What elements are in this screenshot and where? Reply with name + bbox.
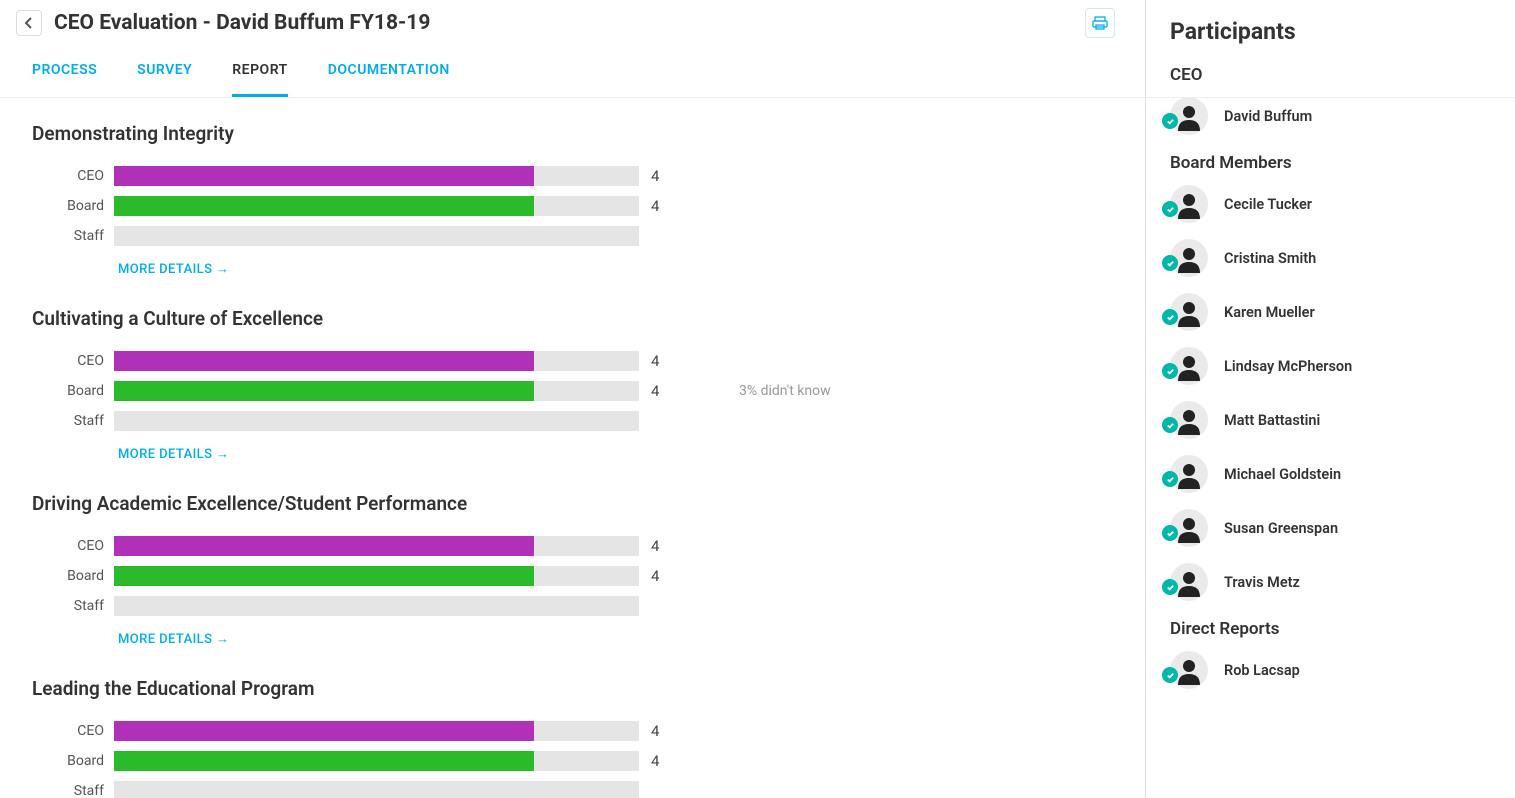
print-icon <box>1092 15 1108 31</box>
sidebar-title: Participants <box>1170 18 1491 45</box>
participants-sidebar: Participants CEO David Buffum Board Member… <box>1145 0 1515 798</box>
bar-label: Staff <box>32 598 114 614</box>
bar-label: CEO <box>32 723 114 739</box>
avatar <box>1170 509 1208 547</box>
participant-item[interactable]: Travis Metz <box>1170 563 1491 601</box>
tab-survey[interactable]: SURVEY <box>137 62 192 97</box>
participant-item[interactable]: Matt Battastini <box>1170 401 1491 439</box>
participant-name: Cristina Smith <box>1224 250 1316 267</box>
bar-value: 4 <box>639 537 679 555</box>
participant-item[interactable]: Cristina Smith <box>1170 239 1491 277</box>
bar-value: 4 <box>639 352 679 370</box>
bar-track <box>114 596 639 616</box>
check-icon <box>1162 471 1178 487</box>
participant-group-label: CEO <box>1170 65 1491 85</box>
avatar <box>1170 563 1208 601</box>
bar-label: Staff <box>32 783 114 798</box>
participant-item[interactable]: David Buffum <box>1170 97 1491 135</box>
bar-track <box>114 751 639 771</box>
avatar <box>1170 239 1208 277</box>
check-icon <box>1162 113 1178 129</box>
check-icon <box>1162 417 1178 433</box>
bar-label: Board <box>32 568 114 584</box>
bar-track <box>114 351 639 371</box>
check-icon <box>1162 201 1178 217</box>
check-icon <box>1162 309 1178 325</box>
bar-track <box>114 721 639 741</box>
bar-track <box>114 196 639 216</box>
avatar <box>1170 97 1208 135</box>
bar-value: 4 <box>639 752 679 770</box>
avatar <box>1170 651 1208 689</box>
participant-item[interactable]: Karen Mueller <box>1170 293 1491 331</box>
participant-item[interactable]: Susan Greenspan <box>1170 509 1491 547</box>
participant-name: Cecile Tucker <box>1224 196 1312 213</box>
bar-label: Staff <box>32 413 114 429</box>
bar-track <box>114 411 639 431</box>
participant-name: Karen Mueller <box>1224 304 1315 321</box>
bar-track <box>114 781 639 798</box>
participant-name: Matt Battastini <box>1224 412 1320 429</box>
avatar <box>1170 455 1208 493</box>
tab-report[interactable]: REPORT <box>232 62 287 97</box>
participant-item[interactable]: Michael Goldstein <box>1170 455 1491 493</box>
bar-track <box>114 381 639 401</box>
bar-label: CEO <box>32 538 114 554</box>
bar-fill <box>114 721 534 741</box>
bar-track <box>114 166 639 186</box>
avatar <box>1170 401 1208 439</box>
participant-name: David Buffum <box>1224 108 1312 125</box>
bar-track <box>114 536 639 556</box>
check-icon <box>1162 667 1178 683</box>
print-button[interactable] <box>1085 8 1115 38</box>
participant-group-label: Board Members <box>1170 153 1491 173</box>
bar-fill <box>114 196 534 216</box>
bar-track <box>114 566 639 586</box>
bar-fill <box>114 536 534 556</box>
bar-track <box>114 226 639 246</box>
more-details-link[interactable]: MORE DETAILS → <box>32 446 229 462</box>
bar-fill <box>114 751 534 771</box>
bar-value: 4 <box>639 722 679 740</box>
bar-value: 4 <box>639 167 679 185</box>
participant-name: Travis Metz <box>1224 574 1300 591</box>
page-title: CEO Evaluation - David Buffum FY18-19 <box>54 11 430 35</box>
participant-item[interactable]: Cecile Tucker <box>1170 185 1491 223</box>
bar-fill <box>114 166 534 186</box>
check-icon <box>1162 579 1178 595</box>
bar-note: 3% didn't know <box>679 383 831 399</box>
bar-value: 4 <box>639 382 679 400</box>
participant-name: Susan Greenspan <box>1224 520 1338 537</box>
bar-fill <box>114 381 534 401</box>
bar-label: CEO <box>32 168 114 184</box>
avatar <box>1170 293 1208 331</box>
participant-group-label: Direct Reports <box>1170 619 1491 639</box>
participant-name: Lindsay McPherson <box>1224 358 1352 375</box>
chevron-left-icon <box>24 17 34 29</box>
more-details-link[interactable]: MORE DETAILS → <box>32 631 229 647</box>
tab-documentation[interactable]: DOCUMENTATION <box>328 62 450 97</box>
bar-label: Board <box>32 383 114 399</box>
participant-item[interactable]: Rob Lacsap <box>1170 651 1491 689</box>
check-icon <box>1162 525 1178 541</box>
bar-fill <box>114 351 534 371</box>
participant-name: Rob Lacsap <box>1224 662 1300 679</box>
bar-label: Staff <box>32 228 114 244</box>
tab-process[interactable]: PROCESS <box>32 62 97 97</box>
bar-fill <box>114 566 534 586</box>
avatar <box>1170 185 1208 223</box>
bar-value: 4 <box>639 567 679 585</box>
check-icon <box>1162 363 1178 379</box>
bar-label: Board <box>32 198 114 214</box>
avatar <box>1170 347 1208 385</box>
bar-label: Board <box>32 753 114 769</box>
more-details-link[interactable]: MORE DETAILS → <box>32 261 229 277</box>
participant-name: Michael Goldstein <box>1224 466 1341 483</box>
check-icon <box>1162 255 1178 271</box>
bar-value: 4 <box>639 197 679 215</box>
participant-item[interactable]: Lindsay McPherson <box>1170 347 1491 385</box>
bar-label: CEO <box>32 353 114 369</box>
back-button[interactable] <box>16 10 42 36</box>
